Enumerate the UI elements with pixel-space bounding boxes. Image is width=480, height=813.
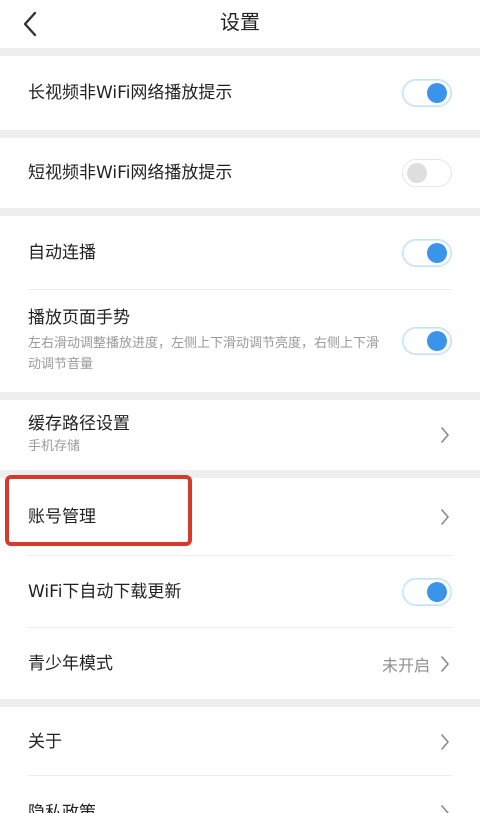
setting-label: 播放页面手势 <box>28 308 130 328</box>
setting-label: 账号管理 <box>28 507 96 527</box>
setting-cache-path[interactable]: 缓存路径设置 手机存储 <box>0 400 480 470</box>
section-divider <box>0 208 480 216</box>
setting-autoplay: 自动连播 <box>0 216 480 290</box>
setting-account[interactable]: 账号管理 <box>0 478 480 556</box>
setting-label: WiFi下自动下载更新 <box>28 582 182 602</box>
section-divider <box>0 699 480 707</box>
chevron-right-icon <box>438 732 452 752</box>
setting-label: 短视频非WiFi网络播放提示 <box>28 163 233 183</box>
header: 设置 <box>0 0 480 48</box>
setting-privacy[interactable]: 隐私政策 <box>0 776 480 813</box>
setting-youth-mode[interactable]: 青少年模式 未开启 <box>0 628 480 699</box>
settings-page: 设置 长视频非WiFi网络播放提示 短视频非WiFi网络播放提示 自动连播 播放… <box>0 0 480 813</box>
setting-about[interactable]: 关于 <box>0 707 480 776</box>
section-divider <box>0 470 480 478</box>
setting-description: 左右滑动调整播放进度，左侧上下滑动调节亮度，右侧上下滑动调节音量 <box>28 336 380 372</box>
toggle-knob <box>427 243 447 263</box>
toggle-knob <box>427 331 447 351</box>
wifi-auto-update-toggle[interactable] <box>402 578 452 606</box>
section-divider <box>0 392 480 400</box>
section-divider <box>0 48 480 56</box>
setting-label: 缓存路径设置 <box>28 414 130 434</box>
setting-label: 关于 <box>28 731 62 752</box>
back-button[interactable] <box>10 4 50 44</box>
gesture-toggle[interactable] <box>402 327 452 355</box>
toggle-knob <box>407 163 427 183</box>
toggle-knob <box>427 582 447 602</box>
chevron-right-icon <box>438 425 452 445</box>
setting-short-video-wifi: 短视频非WiFi网络播放提示 <box>0 138 480 208</box>
toggle-knob <box>427 83 447 103</box>
setting-label: 隐私政策 <box>28 802 96 813</box>
short-video-wifi-toggle[interactable] <box>402 159 452 187</box>
setting-gesture: 播放页面手势 左右滑动调整播放进度，左侧上下滑动调节亮度，右侧上下滑动调节音量 <box>0 290 480 392</box>
setting-label: 青少年模式 <box>28 653 113 674</box>
setting-long-video-wifi: 长视频非WiFi网络播放提示 <box>0 56 480 130</box>
section-divider <box>0 130 480 138</box>
setting-wifi-auto-update: WiFi下自动下载更新 <box>0 556 480 628</box>
chevron-right-icon <box>438 654 452 674</box>
setting-value: 手机存储 <box>28 439 81 454</box>
chevron-right-icon <box>438 803 452 813</box>
chevron-right-icon <box>438 507 452 527</box>
setting-label: 长视频非WiFi网络播放提示 <box>28 83 233 103</box>
long-video-wifi-toggle[interactable] <box>402 79 452 107</box>
chevron-left-icon <box>23 11 37 37</box>
page-title: 设置 <box>220 10 260 34</box>
setting-label: 自动连播 <box>28 243 96 263</box>
youth-mode-status: 未开启 <box>381 655 430 675</box>
autoplay-toggle[interactable] <box>402 239 452 267</box>
